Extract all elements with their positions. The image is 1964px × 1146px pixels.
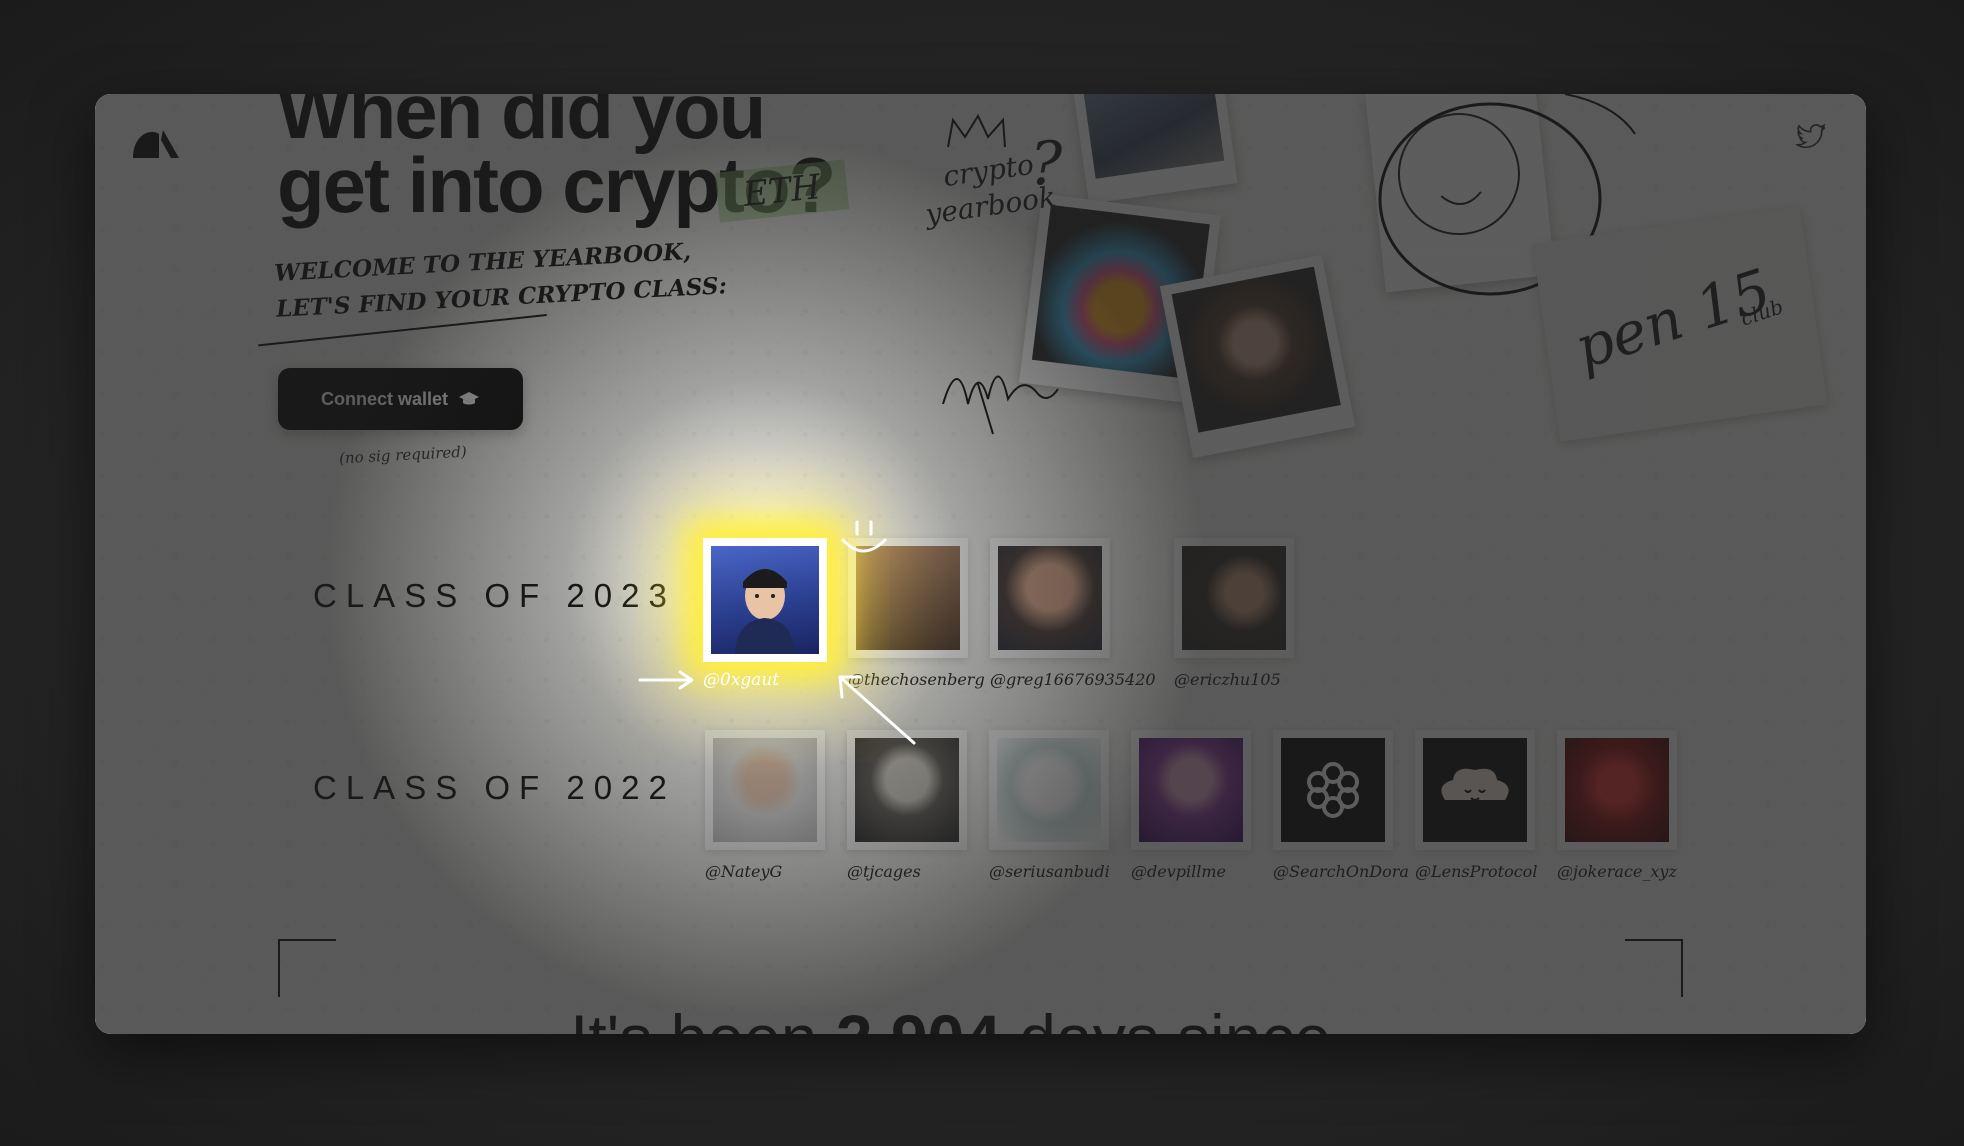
logo-icon[interactable]	[129, 124, 181, 164]
class-2023-label: CLASS OF 2023	[313, 577, 676, 614]
connect-wallet-button[interactable]: Connect wallet	[278, 368, 523, 430]
pen15-card: pen 15 club	[1532, 206, 1828, 442]
flower-logo-icon	[1307, 762, 1359, 818]
avatar-card[interactable]	[1557, 730, 1677, 850]
graduation-cap-icon	[459, 392, 480, 405]
connect-wallet-label: Connect wallet	[320, 388, 449, 409]
avatar-card[interactable]	[1131, 730, 1251, 850]
member-handle[interactable]: @devpillme	[1131, 862, 1226, 881]
question-scrawl: ?	[1030, 129, 1063, 199]
member-handle[interactable]: @seriusanbudi	[989, 862, 1110, 881]
headline-line-1: When did you	[277, 94, 766, 155]
member-handle[interactable]: @SearchOnDora	[1273, 862, 1409, 881]
avatar-card[interactable]	[1174, 538, 1294, 658]
class-2022-label: CLASS OF 2022	[313, 769, 676, 806]
avatar-card[interactable]	[989, 730, 1109, 850]
member-handle[interactable]: @tjcages	[847, 862, 921, 881]
avatar-card[interactable]	[990, 538, 1110, 658]
lens-cloud-icon	[1441, 768, 1509, 801]
avatar-illustration	[735, 569, 795, 654]
arrow-right-annotation	[638, 670, 694, 690]
member-handle[interactable]: @NateyG	[705, 862, 782, 881]
days-count: 2,904	[836, 1001, 1001, 1034]
collage-photo-portrait	[1159, 254, 1356, 459]
arrow-diagonal-annotation	[838, 675, 916, 745]
browser-window: When did you get into crypto? ETH WELCOM…	[95, 94, 1866, 1034]
member-handle[interactable]: @LensProtocol	[1415, 862, 1537, 881]
member-handle[interactable]: @jokerace_xyz	[1557, 862, 1677, 881]
avatar-card[interactable]	[705, 730, 825, 850]
avatar-card[interactable]	[1273, 730, 1393, 850]
member-handle[interactable]: @greg16676935420	[990, 670, 1156, 689]
days-since-prefix: It's been	[570, 1001, 836, 1034]
twitter-icon[interactable]	[1796, 124, 1826, 150]
highlighted-member-handle[interactable]: @0xgaut	[703, 670, 779, 690]
avatar-card[interactable]	[1415, 730, 1535, 850]
smile-annotation	[841, 520, 887, 553]
days-since-suffix: days since	[1001, 1001, 1331, 1034]
crown-scribble	[947, 113, 1006, 148]
days-since-text: It's been 2,904 days since	[570, 1000, 1331, 1034]
highlighted-avatar-card[interactable]	[703, 538, 827, 662]
corner-bracket-left	[278, 939, 336, 997]
corner-bracket-right	[1625, 939, 1683, 997]
signature-scribble	[942, 375, 1059, 435]
member-handle[interactable]: @ericzhu105	[1174, 670, 1281, 689]
